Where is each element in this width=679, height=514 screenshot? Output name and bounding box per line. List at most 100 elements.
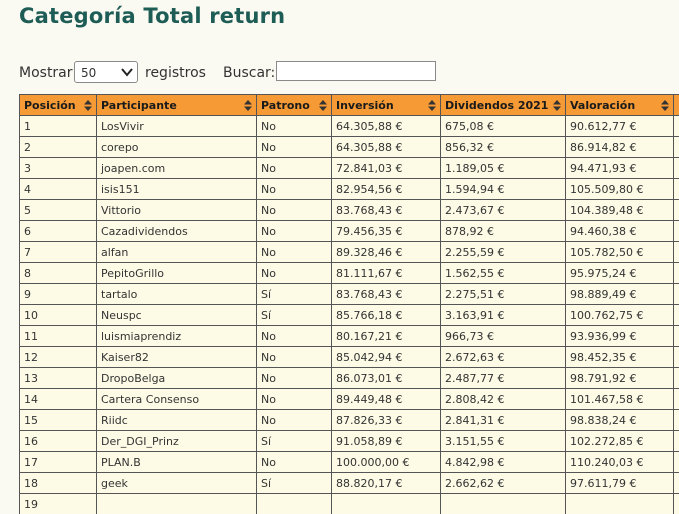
cell-dividends: 2.255,59 € (441, 242, 566, 263)
cell-patron: No (257, 263, 332, 284)
column-header-dividends[interactable]: Dividendos 2021 (441, 95, 566, 116)
cell-position: 16 (20, 431, 97, 452)
cell-position: 14 (20, 389, 97, 410)
table-row: 9tartaloSí83.768,43 €2.275,51 €98.889,49… (20, 284, 679, 305)
cell-valuation: 94.471,93 € (566, 158, 674, 179)
cell-patron: No (257, 200, 332, 221)
column-header-label: Participante (101, 99, 177, 112)
cell-extra (674, 473, 679, 494)
cell-patron: No (257, 368, 332, 389)
cell-dividends: 2.473,67 € (441, 200, 566, 221)
table-row: 4isis151No82.954,56 €1.594,94 €105.509,8… (20, 179, 679, 200)
cell-participant: geek (97, 473, 257, 494)
ranking-table-container: Posición Participante Patrono Inversión Divi… (19, 94, 679, 514)
cell-investment: 100.000,00 € (332, 452, 441, 473)
cell-patron: No (257, 221, 332, 242)
sort-icon (84, 100, 92, 111)
column-header-patron[interactable]: Patrono (257, 95, 332, 116)
cell-investment: 64.305,88 € (332, 116, 441, 137)
records-label: registros (145, 65, 206, 81)
cell-extra (674, 284, 679, 305)
cell-position: 17 (20, 452, 97, 473)
cell-participant: PepitoGrillo (97, 263, 257, 284)
column-header-label: Dividendos 2021 (445, 99, 548, 112)
table-row: 19 (20, 494, 679, 514)
cell-patron: Sí (257, 305, 332, 326)
cell-participant: isis151 (97, 179, 257, 200)
cell-dividends: 2.808,42 € (441, 389, 566, 410)
cell-valuation: 105.509,80 € (566, 179, 674, 200)
cell-investment: 89.328,46 € (332, 242, 441, 263)
cell-dividends: 966,73 € (441, 326, 566, 347)
column-header-extra[interactable] (674, 95, 679, 116)
ranking-table: Posición Participante Patrono Inversión Divi… (19, 94, 679, 514)
cell-extra (674, 263, 679, 284)
cell-dividends: 675,08 € (441, 116, 566, 137)
cell-participant: Kaiser82 (97, 347, 257, 368)
cell-extra (674, 494, 679, 514)
cell-dividends: 1.189,05 € (441, 158, 566, 179)
cell-position: 11 (20, 326, 97, 347)
cell-position: 3 (20, 158, 97, 179)
cell-valuation: 100.762,75 € (566, 305, 674, 326)
cell-position: 19 (20, 494, 97, 514)
table-row: 15RiidcNo87.826,33 €2.841,31 €98.838,24 … (20, 410, 679, 431)
cell-valuation: 105.782,50 € (566, 242, 674, 263)
cell-investment: 80.167,21 € (332, 326, 441, 347)
cell-position: 13 (20, 368, 97, 389)
table-row: 18geekSí88.820,17 €2.662,62 €97.611,79 € (20, 473, 679, 494)
column-header-label: Patrono (261, 99, 310, 112)
cell-patron: No (257, 389, 332, 410)
cell-valuation: 102.272,85 € (566, 431, 674, 452)
table-row: 2corepoNo64.305,88 €856,32 €86.914,82 € (20, 137, 679, 158)
cell-extra (674, 410, 679, 431)
cell-dividends: 2.662,62 € (441, 473, 566, 494)
page-title: Categoría Total return (19, 4, 285, 28)
cell-investment: 86.073,01 € (332, 368, 441, 389)
cell-extra (674, 389, 679, 410)
cell-investment: 83.768,43 € (332, 284, 441, 305)
table-row: 13DropoBelgaNo86.073,01 €2.487,77 €98.79… (20, 368, 679, 389)
column-header-investment[interactable]: Inversión (332, 95, 441, 116)
column-header-label: Inversión (336, 99, 394, 112)
cell-extra (674, 221, 679, 242)
cell-participant: tartalo (97, 284, 257, 305)
cell-patron: No (257, 179, 332, 200)
cell-position: 1 (20, 116, 97, 137)
cell-valuation: 104.389,48 € (566, 200, 674, 221)
table-row: 10NeuspcSí85.766,18 €3.163,91 €100.762,7… (20, 305, 679, 326)
cell-dividends: 2.275,51 € (441, 284, 566, 305)
cell-extra (674, 137, 679, 158)
column-header-label: Valoración (570, 99, 635, 112)
table-row: 11luismiaprendizNo80.167,21 €966,73 €93.… (20, 326, 679, 347)
cell-dividends (441, 494, 566, 514)
cell-dividends: 2.672,63 € (441, 347, 566, 368)
cell-position: 15 (20, 410, 97, 431)
column-header-participant[interactable]: Participante (97, 95, 257, 116)
cell-valuation: 101.467,58 € (566, 389, 674, 410)
cell-valuation: 98.838,24 € (566, 410, 674, 431)
cell-patron: Sí (257, 431, 332, 452)
cell-valuation: 90.612,77 € (566, 116, 674, 137)
cell-dividends: 1.594,94 € (441, 179, 566, 200)
cell-participant: Der_DGI_Prinz (97, 431, 257, 452)
page-size-select[interactable]: 50 (74, 61, 138, 83)
cell-extra (674, 158, 679, 179)
table-row: 5VittorioNo83.768,43 €2.473,67 €104.389,… (20, 200, 679, 221)
cell-investment: 81.111,67 € (332, 263, 441, 284)
search-input[interactable] (276, 61, 436, 81)
cell-valuation: 86.914,82 € (566, 137, 674, 158)
cell-patron (257, 494, 332, 514)
cell-participant: corepo (97, 137, 257, 158)
column-header-valuation[interactable]: Valoración (566, 95, 674, 116)
cell-investment: 82.954,56 € (332, 179, 441, 200)
sort-icon (428, 100, 436, 111)
cell-patron: No (257, 158, 332, 179)
column-header-position[interactable]: Posición (20, 95, 97, 116)
chevron-down-icon (121, 67, 133, 77)
table-row: 12Kaiser82No85.042,94 €2.672,63 €98.452,… (20, 347, 679, 368)
cell-position: 10 (20, 305, 97, 326)
cell-dividends: 3.163,91 € (441, 305, 566, 326)
table-header-row: Posición Participante Patrono Inversión Divi… (20, 95, 679, 116)
cell-participant: Riidc (97, 410, 257, 431)
